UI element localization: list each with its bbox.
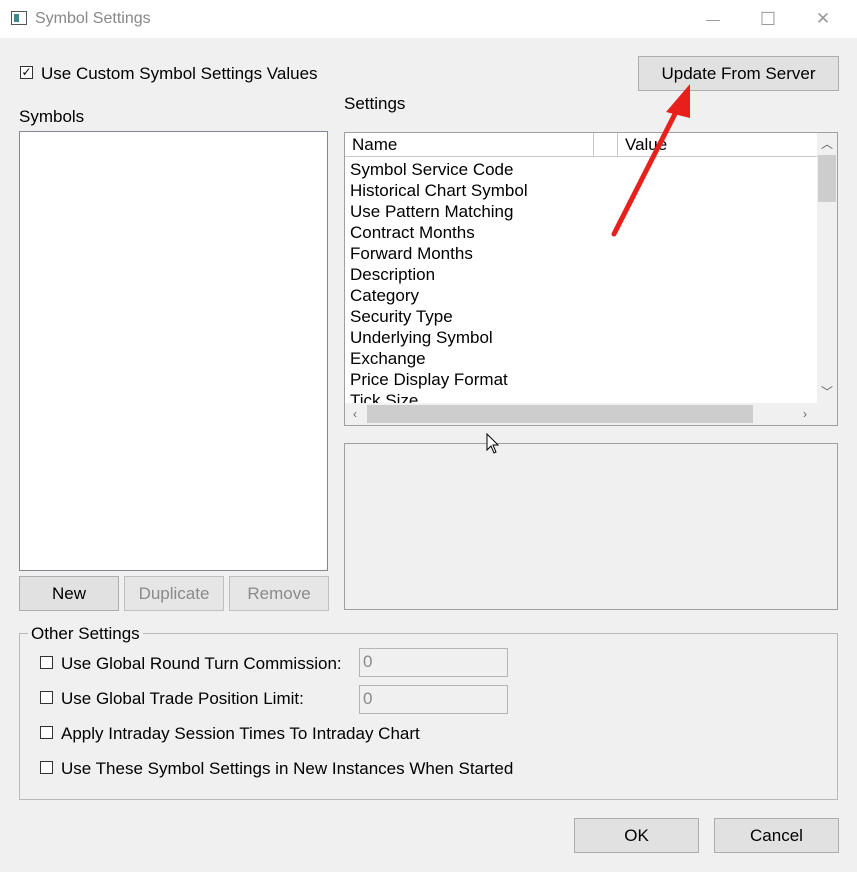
settings-row[interactable]: Price Display Format [350,369,815,390]
use-custom-checkbox[interactable]: ✓ [20,66,33,79]
use-custom-label: Use Custom Symbol Settings Values [41,64,318,83]
scroll-corner [817,403,837,425]
settings-row[interactable]: Tick Size [350,390,815,403]
check-icon: ✓ [21,65,32,79]
mouse-cursor-icon [486,433,500,454]
round-turn-commission-checkbox[interactable] [40,656,53,669]
symbols-heading: Symbols [19,107,85,126]
intraday-session-label: Apply Intraday Session Times To Intraday… [61,724,420,743]
symbols-list[interactable] [19,131,328,571]
round-turn-commission-input[interactable]: 0 [359,648,508,677]
settings-row[interactable]: Security Type [350,306,815,327]
ok-button[interactable]: OK [574,818,699,853]
horizontal-scrollbar[interactable]: ‹ › [345,403,817,425]
settings-grid[interactable]: Name Value Symbol Service Code Historical… [344,132,838,426]
duplicate-button[interactable]: Duplicate [124,576,224,611]
close-icon: ✕ [815,9,831,28]
maximize-icon: ☐ [759,8,777,29]
settings-row[interactable]: Exchange [350,348,815,369]
horizontal-scroll-thumb[interactable] [367,405,753,423]
scroll-right-icon[interactable]: › [797,405,813,423]
settings-row[interactable]: Use Pattern Matching [350,201,815,222]
remove-button[interactable]: Remove [229,576,329,611]
cancel-button[interactable]: Cancel [714,818,839,853]
settings-row[interactable]: Symbol Service Code [350,159,815,180]
vertical-scroll-thumb[interactable] [818,155,836,202]
settings-row[interactable]: Description [350,264,815,285]
red-arrow-annotation [611,84,690,237]
window-title: Symbol Settings [35,10,151,27]
new-instances-checkbox[interactable] [40,761,53,774]
scroll-up-icon[interactable]: ︿ [817,135,837,151]
description-panel [344,443,838,610]
scroll-down-icon[interactable]: ﹀ [817,383,837,399]
settings-row[interactable]: Contract Months [350,222,815,243]
trade-position-limit-checkbox[interactable] [40,691,53,704]
settings-row[interactable]: Historical Chart Symbol [350,180,815,201]
settings-row[interactable]: Category [350,285,815,306]
maximize-button[interactable]: ☐ [745,0,791,38]
trade-position-limit-input[interactable]: 0 [359,685,508,714]
intraday-session-checkbox[interactable] [40,726,53,739]
grid-header: Name Value [345,133,817,157]
app-icon [11,11,27,25]
other-settings-legend: Other Settings [28,624,143,644]
scroll-left-icon[interactable]: ‹ [347,405,363,423]
grid-rows: Symbol Service Code Historical Chart Symb… [350,159,815,403]
new-button[interactable]: New [19,576,119,611]
minimize-icon: — [706,11,720,27]
settings-row[interactable]: Underlying Symbol [350,327,815,348]
trade-position-limit-label: Use Global Trade Position Limit: [61,689,304,708]
settings-row[interactable]: Forward Months [350,243,815,264]
new-instances-label: Use These Symbol Settings in New Instanc… [61,759,514,778]
vertical-scrollbar[interactable]: ︿ ﹀ [817,133,837,403]
minimize-button[interactable]: — [690,0,736,38]
close-button[interactable]: ✕ [800,0,846,38]
round-turn-commission-label: Use Global Round Turn Commission: [61,654,342,673]
settings-heading: Settings [344,94,406,113]
column-header-name[interactable]: Name [345,133,594,156]
